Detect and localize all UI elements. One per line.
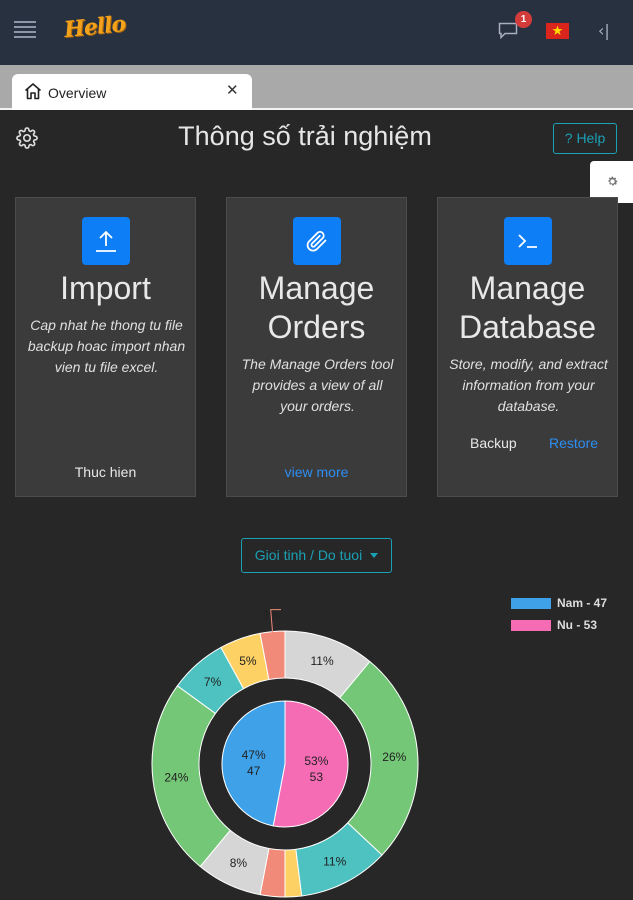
outer-slice-label-7: 7% bbox=[204, 675, 222, 689]
vietnam-flag-icon[interactable] bbox=[546, 23, 569, 39]
top-navbar: Hello 1 ‹| bbox=[0, 0, 633, 65]
restore-link[interactable]: Restore bbox=[549, 435, 598, 451]
card-title: Manage Database bbox=[459, 270, 596, 345]
outer-slice-label-1: 26% bbox=[382, 750, 406, 764]
outer-slice-label-8: 5% bbox=[239, 654, 257, 668]
card-title: Import bbox=[60, 270, 151, 306]
home-icon bbox=[24, 83, 42, 100]
chart-filter-label: Gioi tinh / Do tuoi bbox=[254, 547, 363, 563]
upload-icon bbox=[96, 230, 116, 252]
tab-strip: Overview ✕ bbox=[0, 65, 633, 110]
tab-overview-label: Overview bbox=[48, 85, 107, 101]
notification-badge: 1 bbox=[515, 11, 532, 28]
terminal-icon bbox=[518, 234, 537, 248]
card-database-iconbox bbox=[504, 217, 552, 265]
card-title: Manage Orders bbox=[258, 270, 375, 345]
chart-filter-dropdown[interactable]: Gioi tinh / Do tuoi bbox=[241, 538, 392, 573]
question-icon: ? bbox=[564, 130, 573, 146]
card-description: The Manage Orders tool provides a view o… bbox=[241, 356, 394, 414]
card-description: Store, modify, and extract information f… bbox=[449, 356, 608, 414]
card-manage-orders: Manage Orders The Manage Orders tool pro… bbox=[226, 197, 407, 497]
help-button[interactable]: ? Help bbox=[553, 123, 617, 154]
caret-down-icon bbox=[370, 553, 379, 558]
chat-icon[interactable] bbox=[498, 22, 518, 39]
gear-icon bbox=[608, 176, 618, 186]
card-orders-iconbox bbox=[293, 217, 341, 265]
card-import: Import Cap nhat he thong tu file backup … bbox=[15, 197, 196, 497]
outer-slice-label-5: 8% bbox=[230, 856, 248, 870]
inner-slice-count-0: 47 bbox=[247, 764, 261, 778]
card-import-iconbox bbox=[82, 217, 130, 265]
paperclip-icon bbox=[306, 231, 327, 252]
inner-slice-percent-0: 47% bbox=[242, 748, 266, 762]
collapse-sidebar-icon[interactable]: ‹| bbox=[598, 21, 610, 40]
card-manage-database: Manage Database Store, modify, and extra… bbox=[437, 197, 618, 497]
inner-slice-percent-1: 53% bbox=[304, 754, 328, 768]
donut-chart: 11%26%11%8%24%7%5%3%53%5347%47 bbox=[151, 609, 419, 898]
tab-close-icon[interactable]: ✕ bbox=[226, 81, 239, 99]
page-title: Thông số trải nghiệm bbox=[178, 121, 432, 151]
tab-overview[interactable]: Overview ✕ bbox=[12, 74, 252, 110]
thuc-hien-link[interactable]: Thuc hien bbox=[16, 464, 195, 480]
backup-link[interactable]: Backup bbox=[470, 435, 517, 451]
help-button-label: Help bbox=[576, 130, 606, 146]
outer-slice-label-2: 11% bbox=[323, 855, 346, 869]
inner-slice-count-1: 53 bbox=[310, 770, 324, 784]
outer-slice-label-0: 11% bbox=[311, 654, 334, 668]
outer-slice-label-6: 24% bbox=[164, 771, 188, 785]
hamburger-menu-icon[interactable] bbox=[14, 21, 36, 38]
card-description: Cap nhat he thong tu file backup hoac im… bbox=[27, 317, 186, 375]
view-more-link[interactable]: view more bbox=[227, 464, 406, 480]
app-logo[interactable]: Hello bbox=[63, 11, 127, 43]
